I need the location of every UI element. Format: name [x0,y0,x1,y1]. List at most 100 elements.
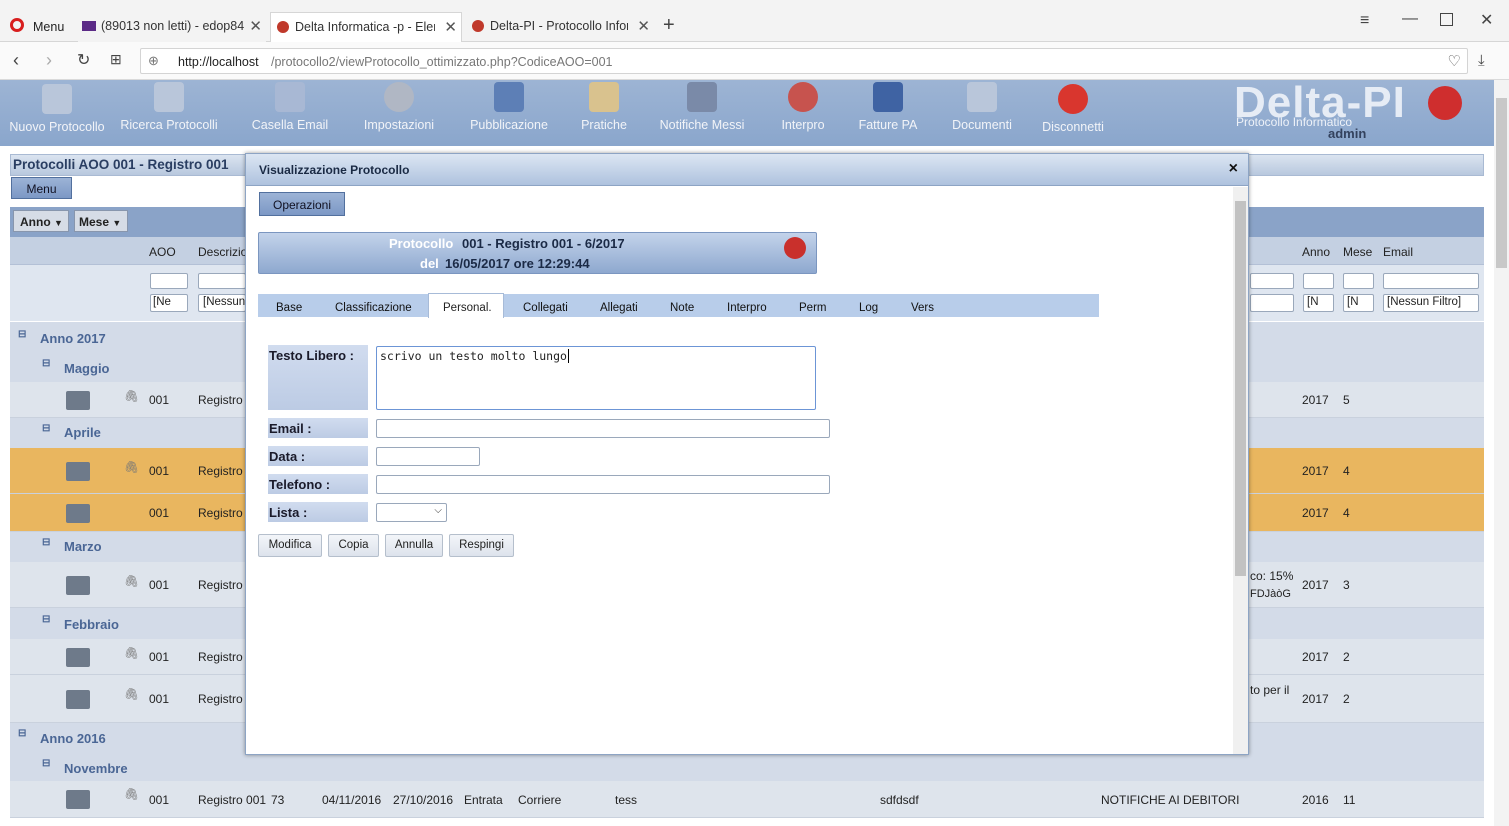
tab-log[interactable]: Log [859,302,878,314]
maximize-icon[interactable] [1440,13,1453,26]
column-header-descrizione[interactable]: Descrizio [198,245,247,259]
toolbar-disconnetti[interactable]: Disconnetti [1038,80,1108,146]
close-tab-icon[interactable]: ✕ [249,17,262,35]
tab-list-icon[interactable]: ≡ [1360,12,1369,30]
browser-tab-active[interactable]: Delta Informatica -p - Elen ✕ [270,12,462,42]
filter-col-select[interactable] [1250,294,1294,312]
browser-tab-deltapi[interactable]: Delta-PI - Protocollo Inform ✕ [466,12,654,42]
dialog-scrollbar[interactable] [1233,187,1248,754]
filter-aoo-input[interactable] [150,273,188,289]
toolbar-casella-email[interactable]: Casella Email [248,78,332,144]
dialog-tabs: Base Classificazione Personal. Collegati… [258,293,1099,318]
tab-collegati[interactable]: Collegati [523,302,568,314]
tab-vers[interactable]: Vers [911,302,934,314]
respingi-button[interactable]: Respingi [449,534,514,557]
folder-icon[interactable] [66,790,90,809]
paperclip-icon[interactable]: 🖇 [124,687,139,701]
paperclip-icon[interactable]: 🖇 [124,646,139,660]
folder-icon[interactable] [66,690,90,709]
column-header-mese[interactable]: Mese [1343,245,1372,259]
heart-icon[interactable]: ♡ [1448,52,1461,70]
opera-logo-icon[interactable] [10,18,24,32]
minimize-icon[interactable]: — [1402,10,1418,28]
modifica-button[interactable]: Modifica [258,534,322,557]
filter-col-input[interactable] [1250,273,1294,289]
collapse-icon[interactable]: ⊟ [42,614,50,625]
group-row-novembre[interactable]: ⊟ Novembre [10,753,1484,781]
tab-perm[interactable]: Perm [799,302,826,314]
browser-menu-label[interactable]: Menu [33,20,64,34]
filter-descrizione-input[interactable] [198,273,246,289]
paperclip-icon[interactable]: 🖇 [124,389,139,403]
annulla-button[interactable]: Annulla [385,534,443,557]
lista-select[interactable]: ⌵ [376,503,447,522]
back-icon[interactable]: ‹ [13,50,19,71]
copia-button[interactable]: Copia [328,534,379,557]
column-header-aoo[interactable]: AOO [149,245,176,259]
toolbar-ricerca-protocolli[interactable]: Ricerca Protocolli [116,78,222,144]
close-icon[interactable]: × [1229,160,1238,178]
collapse-icon[interactable]: ⊟ [42,758,50,769]
paperclip-icon[interactable]: 🖇 [124,574,139,588]
new-tab-icon[interactable]: + [663,14,675,37]
reload-icon[interactable]: ↻ [77,50,90,70]
folder-icon[interactable] [66,576,90,595]
filter-email-input[interactable] [1383,273,1479,289]
menu-button[interactable]: Menu [11,177,72,199]
toolbar-fatture-pa[interactable]: Fatture PA [856,78,920,144]
collapse-icon[interactable]: ⊟ [42,423,50,434]
browser-tab-mail[interactable]: (89013 non letti) - edop84 ✕ [78,12,266,42]
folder-icon[interactable] [66,391,90,410]
tab-interpro[interactable]: Interpro [727,302,767,314]
paperclip-icon[interactable]: 🖇 [124,787,139,801]
speed-dial-icon[interactable]: ⊞ [110,51,122,68]
filter-mese-input[interactable] [1343,273,1374,289]
close-tab-icon[interactable]: ✕ [444,18,457,36]
telefono-input[interactable] [376,475,830,494]
toolbar-nuovo-protocollo[interactable]: Nuovo Protocollo [6,80,108,146]
toolbar-documenti[interactable]: Documenti [948,78,1016,144]
dialog-scrollbar-thumb[interactable] [1235,201,1246,576]
table-row[interactable]: 🖇 001 Registro 001 73 04/11/2016 27/10/2… [10,781,1484,818]
tab-allegati[interactable]: Allegati [600,302,638,314]
filter-email-select[interactable]: [Nessun Filtro] [1383,294,1479,312]
filter-anno-input[interactable] [1303,273,1334,289]
tab-note[interactable]: Note [670,302,694,314]
toolbar-impostazioni[interactable]: Impostazioni [358,78,440,144]
column-header-anno[interactable]: Anno [1302,245,1330,259]
page-scrollbar-thumb[interactable] [1496,98,1507,268]
collapse-icon[interactable]: ⊟ [18,728,26,739]
testo-libero-textarea[interactable]: scrivo un testo molto lungo [376,346,816,410]
anno-select[interactable]: Anno ▼ [13,210,69,232]
filter-descrizione-select[interactable]: [Nessun [198,294,246,312]
toolbar-pratiche[interactable]: Pratiche [578,78,630,144]
close-tab-icon[interactable]: ✕ [637,17,650,35]
filter-anno-select[interactable]: [N [1303,294,1334,312]
download-icon[interactable]: ⤓ [1478,52,1485,69]
column-header-email[interactable]: Email [1383,245,1413,259]
toolbar-pubblicazione[interactable]: Pubblicazione [466,78,552,144]
forward-icon[interactable]: › [46,50,52,71]
tab-classificazione[interactable]: Classificazione [335,302,412,314]
toolbar-interpro[interactable]: Interpro [776,78,830,144]
collapse-icon[interactable]: ⊟ [18,329,26,340]
filter-aoo-select[interactable]: [Ne [150,294,188,312]
data-input[interactable] [376,447,480,466]
folder-icon[interactable] [66,462,90,481]
close-window-icon[interactable]: ✕ [1480,10,1493,30]
app-logo: Delta-PI Protocollo Informatico admin [1232,78,1494,146]
tab-personal-active[interactable]: Personal. [428,293,504,318]
url-field[interactable]: ⊕ http://localhost /protocollo2/viewProt… [140,48,1468,74]
toolbar-notifiche-messi[interactable]: Notifiche Messi [656,78,748,144]
email-input[interactable] [376,419,830,438]
mese-select[interactable]: Mese ▼ [74,210,128,232]
collapse-icon[interactable]: ⊟ [42,537,50,548]
page-scrollbar[interactable] [1494,80,1509,826]
filter-mese-select[interactable]: [N [1343,294,1374,312]
folder-icon[interactable] [66,504,90,523]
collapse-icon[interactable]: ⊟ [42,358,50,369]
folder-icon[interactable] [66,648,90,667]
operazioni-button[interactable]: Operazioni [259,192,345,216]
paperclip-icon[interactable]: 🖇 [124,460,139,474]
tab-base[interactable]: Base [276,302,302,314]
